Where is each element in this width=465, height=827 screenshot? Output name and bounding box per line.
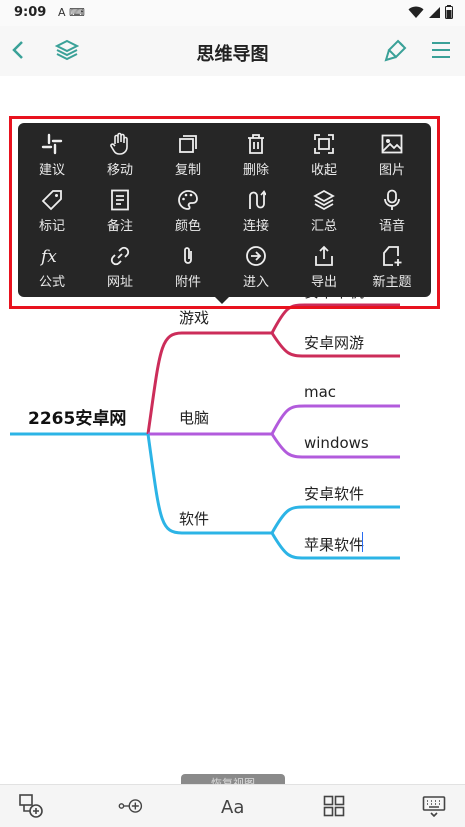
bottom-toolbar: Aa [0, 784, 465, 827]
layout-button[interactable] [321, 793, 347, 819]
branch-node-software[interactable]: 软件 [179, 508, 209, 529]
branch-connector-games [146, 331, 272, 435]
branch-node-games[interactable]: 游戏 [179, 307, 209, 328]
add-sibling-button[interactable] [118, 793, 144, 819]
leaf-connector-5 [270, 505, 400, 534]
branch-node-pc[interactable]: 电脑 [179, 407, 209, 428]
highlight-box [9, 116, 440, 309]
leaf-node[interactable]: 苹果软件 [304, 534, 364, 555]
branch-connector-software [146, 433, 272, 535]
leaf-node[interactable]: mac [304, 383, 336, 401]
text-style-button[interactable]: Aa [220, 793, 246, 819]
keyboard-button[interactable] [421, 793, 447, 819]
leaf-node[interactable]: 安卓网游 [304, 332, 364, 353]
root-node[interactable]: 2265安卓网 [28, 404, 126, 429]
leaf-node[interactable]: 安卓软件 [304, 483, 364, 504]
text-cursor [362, 532, 363, 552]
add-subtopic-button[interactable] [18, 793, 44, 819]
leaf-connector-1 [270, 303, 400, 334]
svg-text:Aa: Aa [221, 797, 244, 818]
leaf-connector-3 [270, 404, 400, 435]
font-icon: Aa [221, 797, 244, 818]
add-sibling-icon [118, 799, 143, 813]
keyboard-icon [422, 796, 446, 817]
add-node-icon [19, 794, 43, 818]
leaf-node[interactable]: windows [304, 434, 369, 452]
grid-icon [323, 795, 345, 817]
